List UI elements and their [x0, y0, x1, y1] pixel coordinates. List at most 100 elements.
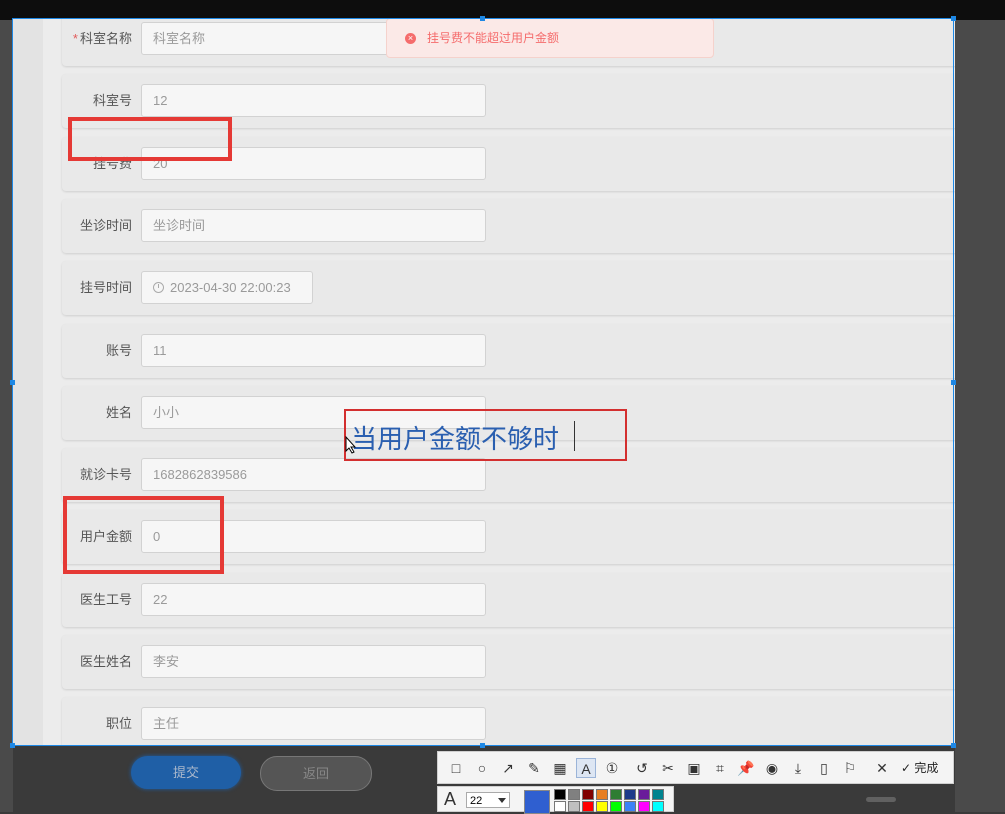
- color-swatch[interactable]: [624, 801, 636, 812]
- field-label-text: 医生工号: [79, 591, 132, 607]
- current-color-swatch[interactable]: [524, 790, 550, 814]
- resize-handle[interactable]: [10, 743, 15, 748]
- resize-handle[interactable]: [951, 16, 956, 21]
- ocr-icon[interactable]: ▣: [684, 758, 704, 778]
- screenshot-toolbar: □ ○ ↗ ✎ ▦ A ① ↺ ✂ ▣ ⌗ 📌 ◉ ⤓ ▯ ⚐ ✕ ✓ 完成: [437, 751, 954, 784]
- font-icon: A: [444, 789, 457, 809]
- form-row: 账号 11: [62, 323, 955, 378]
- color-swatch[interactable]: [624, 789, 636, 800]
- resize-handle[interactable]: [951, 743, 956, 748]
- field-value: 坐诊时间: [153, 217, 206, 233]
- field-label-text: 医生姓名: [79, 654, 132, 669]
- resize-handle[interactable]: [951, 380, 956, 385]
- text-input[interactable]: 坐诊时间: [141, 208, 486, 242]
- text-input[interactable]: 11: [141, 333, 486, 367]
- field-value: 小小: [153, 404, 180, 420]
- color-swatch[interactable]: [596, 801, 608, 812]
- text-input[interactable]: 12: [141, 84, 486, 118]
- color-swatch[interactable]: [582, 801, 594, 812]
- color-swatch[interactable]: [554, 801, 566, 812]
- close-icon[interactable]: ✕: [872, 758, 892, 778]
- ellipse-icon[interactable]: ○: [472, 758, 492, 778]
- phone-icon[interactable]: ▯: [814, 758, 834, 778]
- number-icon[interactable]: ①: [602, 758, 622, 778]
- back-button[interactable]: 返回: [260, 756, 372, 791]
- field-value: 22: [153, 591, 168, 607]
- field-label-text: 坐诊时间: [79, 217, 132, 233]
- cut-icon[interactable]: ✂: [658, 758, 678, 778]
- field-label: 账号: [62, 324, 132, 378]
- bookmark-icon[interactable]: ⚐: [840, 758, 860, 778]
- text-input[interactable]: 22: [141, 582, 486, 616]
- field-label-text: 账号: [105, 342, 132, 358]
- error-circle-icon: ×: [405, 33, 416, 44]
- color-swatch[interactable]: [610, 801, 622, 812]
- mouse-cursor-icon: [345, 436, 357, 454]
- pen-icon[interactable]: ✎: [524, 758, 544, 778]
- field-value: 科室名称: [153, 31, 206, 46]
- text-icon[interactable]: A: [576, 758, 596, 778]
- font-size-value: 22: [470, 795, 483, 807]
- color-swatch[interactable]: [554, 789, 566, 800]
- field-label: 医生工号: [62, 573, 132, 627]
- resize-handle[interactable]: [10, 380, 15, 385]
- download-icon[interactable]: ⤓: [788, 758, 808, 778]
- field-value: 12: [153, 93, 168, 109]
- pin-icon[interactable]: ⌗: [710, 758, 730, 778]
- dimmed-right: [955, 20, 1005, 812]
- done-button[interactable]: ✓ 完成: [901, 758, 938, 778]
- chevron-down-icon: [498, 798, 506, 803]
- field-label: 职位: [62, 697, 132, 746]
- field-value: 1682862839586: [153, 467, 247, 483]
- annotation-text: 当用户金额不够时: [351, 424, 560, 454]
- done-label: 完成: [914, 761, 939, 775]
- error-toast: × 挂号费不能超过用户金额: [386, 18, 714, 58]
- field-label: 挂号时间: [62, 261, 132, 315]
- form-row: 医生姓名 李安: [62, 635, 955, 689]
- field-value: 李安: [153, 654, 180, 669]
- mosaic-icon[interactable]: ▦: [550, 758, 570, 778]
- submit-button[interactable]: 提交: [131, 756, 241, 789]
- window-top-bar: [0, 0, 1005, 20]
- text-input[interactable]: 1682862839586: [141, 458, 486, 492]
- color-swatch[interactable]: [610, 789, 622, 800]
- color-swatch[interactable]: [568, 789, 580, 800]
- resize-handle[interactable]: [480, 16, 485, 21]
- field-label-text: 挂号时间: [79, 280, 132, 296]
- field-label: 就诊卡号: [62, 448, 132, 502]
- left-strip: [13, 18, 43, 746]
- color-swatch[interactable]: [568, 801, 580, 812]
- color-swatch[interactable]: [652, 789, 664, 800]
- form-row: 坐诊时间 坐诊时间: [62, 198, 955, 253]
- resize-handle[interactable]: [480, 743, 485, 748]
- text-style-bar: A 22: [437, 786, 674, 814]
- field-label-text: 科室名称: [79, 31, 132, 46]
- text-input[interactable]: 李安: [141, 645, 486, 678]
- color-swatch[interactable]: [596, 789, 608, 800]
- text-input[interactable]: 主任: [141, 707, 486, 741]
- dimmed-left: [0, 20, 13, 812]
- field-label-text: 就诊卡号: [79, 467, 132, 483]
- color-swatch[interactable]: [652, 801, 664, 812]
- field-label-text: 职位: [105, 716, 132, 732]
- pushpin-icon[interactable]: 📌: [736, 758, 756, 778]
- field-value: 2023-04-30 22:00:23: [170, 280, 291, 296]
- required-mark: *: [72, 31, 78, 46]
- undo-icon[interactable]: ↺: [632, 758, 652, 778]
- color-swatch[interactable]: [582, 789, 594, 800]
- field-label-text: 科室号: [92, 93, 132, 109]
- highlight-user-balance: [63, 496, 224, 574]
- field-label: * 科室名称: [62, 18, 132, 66]
- arrow-icon[interactable]: ↗: [498, 758, 518, 778]
- record-icon[interactable]: ◉: [762, 758, 782, 778]
- datetime-picker[interactable]: 2023-04-30 22:00:23: [141, 271, 313, 305]
- annotation-text-box[interactable]: 当用户金额不够时: [344, 409, 627, 461]
- font-size-select[interactable]: 22: [466, 792, 510, 808]
- color-swatch[interactable]: [638, 801, 650, 812]
- field-label: 医生姓名: [62, 635, 132, 689]
- blurred-mark: [866, 797, 896, 802]
- form-row: 职位 主任: [62, 697, 955, 746]
- field-value: 11: [153, 342, 167, 358]
- color-swatch[interactable]: [638, 789, 650, 800]
- rectangle-icon[interactable]: □: [446, 758, 466, 778]
